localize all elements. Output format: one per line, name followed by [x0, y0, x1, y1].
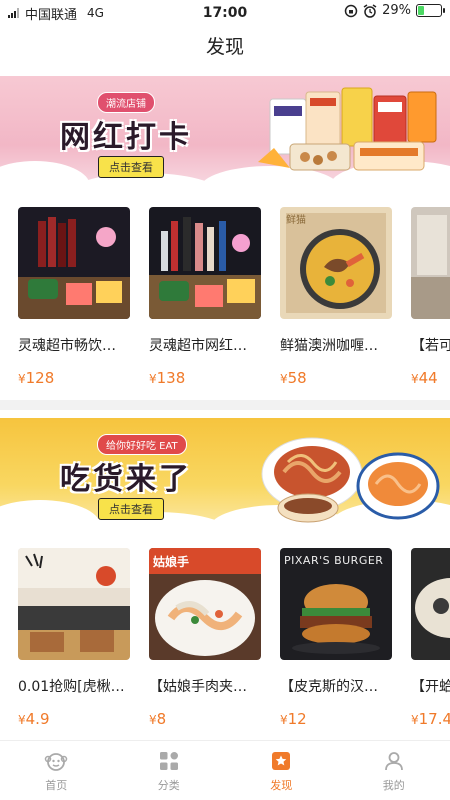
product-card[interactable]: 【开蛤 ¥17.4: [411, 548, 450, 728]
battery-icon: [416, 4, 445, 17]
product-image: [411, 207, 450, 319]
product-name: 0.01抢购[虎楸…: [18, 679, 125, 695]
product-card[interactable]: 灵魂超市网红… ¥138: [149, 207, 261, 387]
product-image: [18, 207, 130, 319]
product-card[interactable]: 姑娘手 【姑娘手肉夹… ¥8: [149, 548, 261, 728]
tab-home[interactable]: 首页: [0, 741, 113, 800]
tab-category[interactable]: 分类: [113, 741, 226, 800]
product-name: 【皮克斯的汉…: [280, 679, 378, 695]
battery-percent: 29%: [382, 3, 411, 18]
grid-icon: [159, 751, 178, 770]
tab-label: 分类: [157, 778, 180, 792]
product-price: ¥128: [18, 369, 55, 387]
product-image: 鲜猫: [280, 207, 392, 319]
snacks-illustration: [258, 87, 437, 171]
product-price: ¥4.9: [18, 710, 50, 728]
tab-discover[interactable]: 发现: [225, 741, 338, 800]
alarm-icon: [363, 3, 377, 18]
product-price: ¥17.4: [411, 710, 450, 728]
signal-icon: [8, 8, 19, 18]
page-title: 发现: [205, 36, 244, 58]
product-row-2: 0.01抢购[虎楸… ¥4.9 姑娘手 【姑娘手肉夹… ¥8 PIXAR'S B…: [0, 548, 450, 748]
product-name: 【若可: [411, 338, 450, 354]
product-image: [18, 548, 130, 660]
tab-label: 我的: [382, 778, 405, 792]
network-label: 4G: [87, 6, 104, 20]
product-image: PIXAR'S BURGER: [280, 548, 392, 660]
user-icon: [384, 751, 403, 770]
product-card[interactable]: PIXAR'S BURGER 【皮克斯的汉… ¥12: [280, 548, 392, 728]
product-image: [411, 548, 450, 660]
monkey-face-icon: [45, 752, 68, 771]
product-price: ¥138: [149, 369, 186, 387]
noodles-illustration: [261, 437, 440, 523]
shop-sign: 鲜猫: [286, 215, 306, 226]
product-price: ¥8: [149, 710, 167, 728]
product-name: 【姑娘手肉夹…: [149, 679, 247, 695]
tab-mine[interactable]: 我的: [338, 741, 450, 800]
tab-label: 发现: [270, 778, 293, 792]
banner-tag: 给你好好吃 EAT: [97, 434, 187, 455]
product-name: 灵魂超市畅饮…: [18, 338, 116, 354]
section-divider: [0, 400, 450, 410]
banner-foodie[interactable]: 给你好好吃 EAT 吃货来了 点击查看: [0, 418, 450, 530]
product-card[interactable]: 鲜猫 鲜猫澳洲咖喱… ¥58: [280, 207, 392, 387]
product-image: [149, 207, 261, 319]
shop-sign: PIXAR'S BURGER: [284, 554, 384, 567]
tab-label: 首页: [45, 778, 68, 792]
banner-title: 网红打卡: [60, 120, 192, 155]
star-icon: [272, 751, 291, 770]
product-card[interactable]: 【若可 ¥44: [411, 207, 450, 387]
product-name: 【开蛤: [411, 679, 450, 695]
product-row-1: 灵魂超市畅饮… ¥128 灵魂超市网红… ¥138 鲜猫 鲜猫澳洲咖喱… ¥58…: [0, 207, 450, 407]
product-name: 鲜猫澳洲咖喱…: [280, 338, 378, 354]
product-name: 灵魂超市网红…: [149, 338, 247, 354]
product-card[interactable]: 0.01抢购[虎楸… ¥4.9: [18, 548, 130, 728]
banner-trendy-checkin[interactable]: 潮流店铺 网红打卡 点击查看: [0, 76, 450, 191]
product-price: ¥58: [280, 369, 307, 387]
product-price: ¥44: [411, 369, 438, 387]
product-card[interactable]: 灵魂超市畅饮… ¥128: [18, 207, 130, 387]
carrier-label: 中国联通: [25, 7, 78, 23]
banner-title: 吃货来了: [60, 462, 192, 497]
banner-tag: 潮流店铺: [97, 92, 155, 113]
status-right: 29%: [344, 3, 445, 18]
bottom-tab-bar: 首页 分类 发现 我的: [0, 740, 450, 800]
banner-view-button[interactable]: 点击查看: [98, 498, 164, 520]
product-price: ¥12: [280, 710, 307, 728]
banner-view-button[interactable]: 点击查看: [98, 156, 164, 178]
shop-sign: 姑娘手: [153, 555, 190, 569]
lock-rotation-icon: [344, 4, 358, 17]
product-image: 姑娘手: [149, 548, 261, 660]
